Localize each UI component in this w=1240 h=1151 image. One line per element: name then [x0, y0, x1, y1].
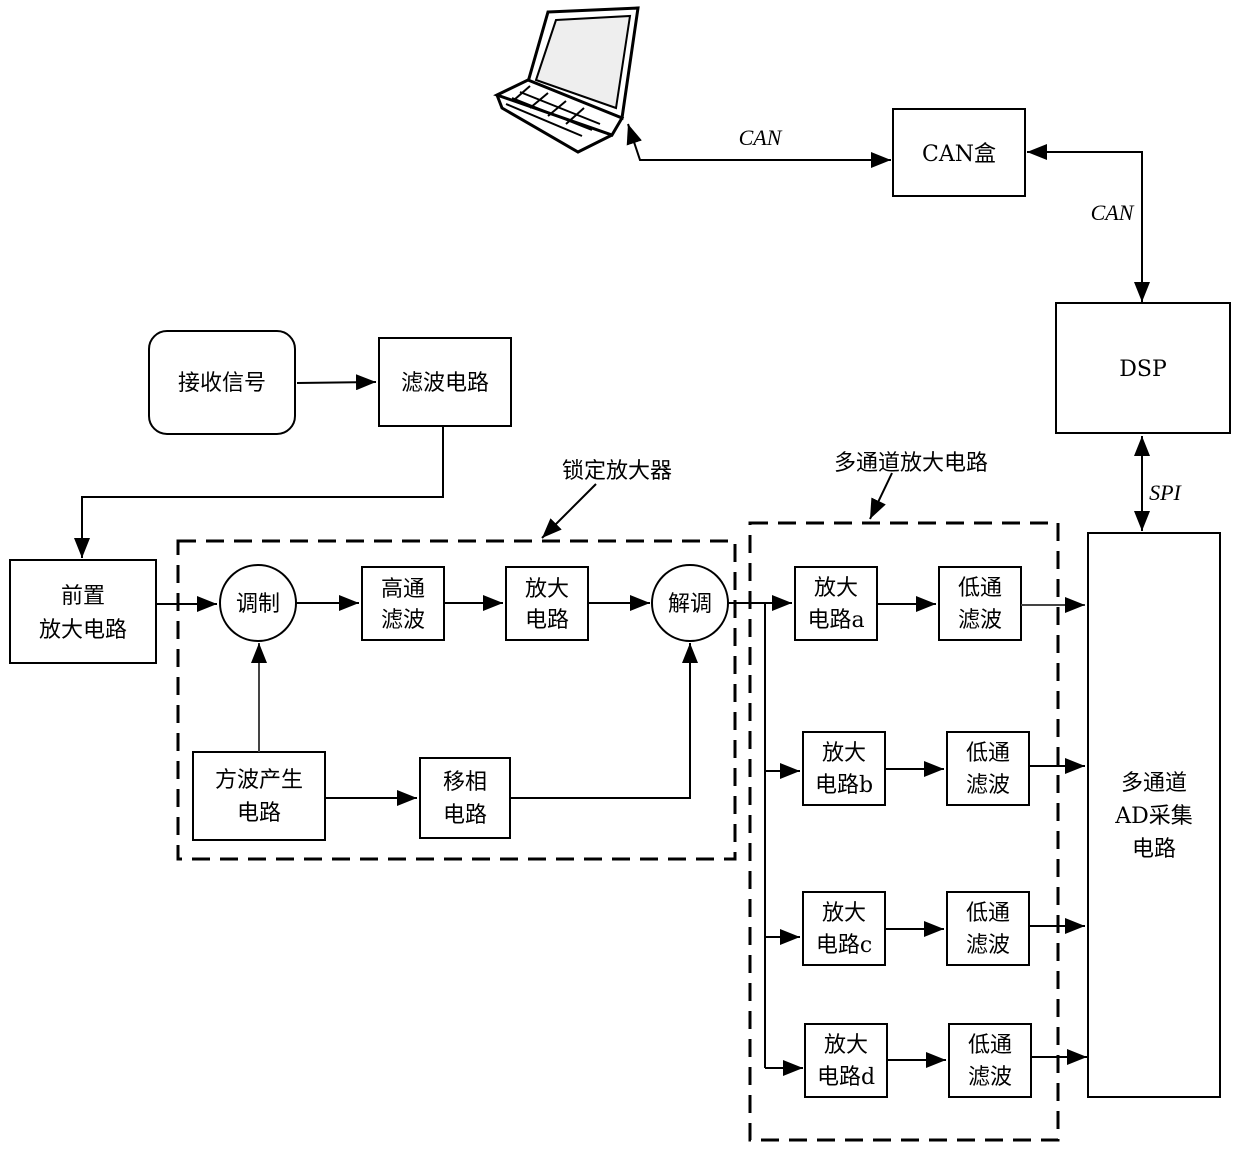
phase-shift-label-line2: 电路: [443, 803, 487, 828]
edge-dsp-ad-label: SPI: [1149, 480, 1182, 505]
multichannel-callout-arrow: [869, 472, 893, 520]
filter-circuit-label: 滤波电路: [401, 371, 489, 396]
amp-a-label-line2: 电路a: [807, 608, 864, 633]
amp-label-line2: 电路: [525, 608, 569, 633]
square-wave-label-line1: 方波产生: [215, 768, 303, 793]
edge-laptop-canbox-label: CAN: [739, 125, 783, 150]
receive-signal-label: 接收信号: [178, 371, 266, 396]
edge-receive-filter: [296, 374, 377, 391]
lowpass-d-label-line2: 滤波: [968, 1065, 1012, 1090]
dsp-label: DSP: [1119, 357, 1167, 382]
lowpass-b-label-line2: 滤波: [966, 773, 1010, 798]
amp-b-label-line1: 放大: [822, 741, 866, 766]
preamp-label-line1: 前置: [61, 584, 105, 609]
amp-label-line1: 放大: [525, 577, 569, 602]
preamp-label-line2: 放大电路: [39, 618, 127, 643]
ad-label-line2: AD采集: [1114, 804, 1193, 829]
ad-label-line1: 多通道: [1121, 771, 1187, 796]
can-box-label: CAN盒: [922, 142, 996, 167]
highpass-label-line1: 高通: [381, 577, 425, 602]
highpass-label-line2: 滤波: [381, 608, 425, 633]
lockin-amplifier-group-label: 锁定放大器: [562, 459, 672, 484]
square-wave-label-line2: 电路: [237, 801, 281, 826]
edge-phaseshift-demodulate: [510, 643, 698, 799]
lowpass-c-label-line1: 低通: [966, 901, 1010, 926]
amp-d-label-line1: 放大: [824, 1033, 868, 1058]
block-diagram: CAN盒 CAN CAN DSP SPI 接收信号 滤波电路 前置 放大电路 锁…: [9, 6, 1231, 1142]
lowpass-b-label-line1: 低通: [966, 741, 1010, 766]
ad-label-line3: 电路: [1132, 837, 1176, 862]
laptop-icon: [493, 6, 640, 154]
demodulate-label: 解调: [668, 592, 712, 617]
amp-c-label-line1: 放大: [822, 901, 866, 926]
lockin-callout-arrow: [541, 483, 597, 539]
lowpass-a-label-line2: 滤波: [958, 608, 1002, 633]
square-wave-node: [192, 751, 326, 841]
edge-canbox-dsp: [1027, 144, 1150, 302]
amp-d-label-line2: 电路d: [817, 1065, 875, 1090]
multichannel-amp-group-label: 多通道放大电路: [834, 451, 988, 476]
lowpass-a-label-line1: 低通: [958, 576, 1002, 601]
phase-shift-label-line1: 移相: [443, 770, 487, 795]
amp-b-label-line2: 电路b: [815, 773, 873, 798]
amp-c-label-line2: 电路c: [816, 933, 872, 958]
preamp-node: [9, 559, 157, 664]
lowpass-c-label-line2: 滤波: [966, 933, 1010, 958]
amp-a-label-line1: 放大: [814, 576, 858, 601]
edge-canbox-dsp-label: CAN: [1091, 200, 1135, 225]
edge-filter-preamp: [74, 427, 444, 558]
lowpass-d-label-line1: 低通: [968, 1033, 1012, 1058]
modulate-label: 调制: [236, 592, 280, 617]
